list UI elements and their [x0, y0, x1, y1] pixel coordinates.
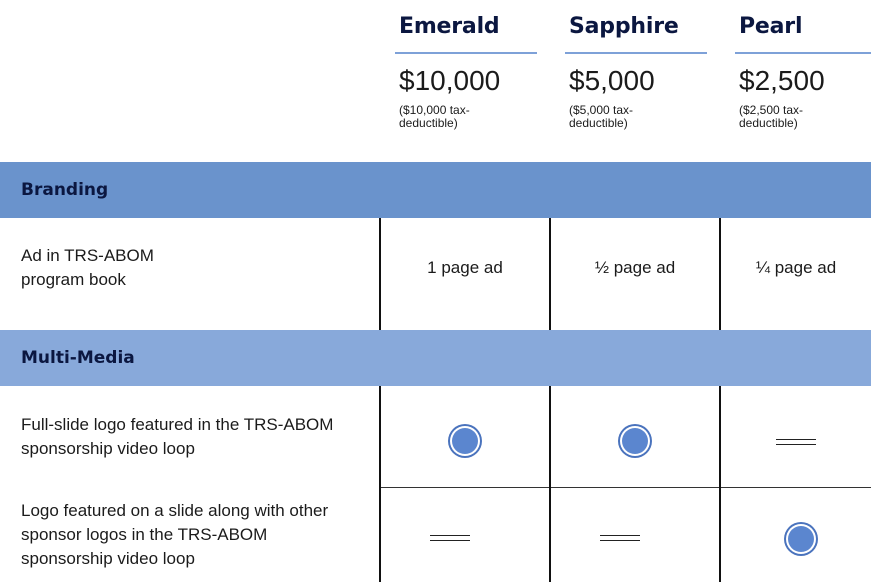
section-header-multimedia: Multi-Media: [0, 330, 871, 386]
tier-note: ($5,000 tax-deductible): [569, 103, 634, 130]
tier-note: ($2,500 tax-deductible): [739, 103, 804, 130]
column-divider: [379, 386, 381, 582]
tier-price: $2,500: [739, 65, 825, 96]
column-divider: [379, 218, 381, 330]
divider: [735, 52, 871, 54]
column-divider: [719, 386, 721, 582]
tier-name: Pearl: [739, 14, 803, 39]
row-label-full-slide-logo: Full-slide logo featured in the TRS-ABOM…: [21, 415, 334, 458]
tier-pearl: Pearl $2,500 ($2,500 tax-deductible): [735, 12, 871, 162]
tier-sapphire: Sapphire $5,000 ($5,000 tax-deductible): [565, 12, 707, 162]
cell-pearl-ad: ¼ page ad: [755, 258, 837, 277]
included-icon: [788, 526, 814, 552]
included-icon: [622, 428, 648, 454]
tier-emerald: Emerald $10,000 ($10,000 tax-deductible): [395, 12, 537, 162]
divider: [565, 52, 707, 54]
divider: [395, 52, 537, 54]
tier-note: ($10,000 tax-deductible): [399, 103, 470, 130]
not-included-icon: [600, 535, 640, 541]
section-title: Multi-Media: [21, 348, 135, 368]
section-header-branding: Branding: [0, 162, 871, 218]
row-divider: [381, 487, 871, 488]
tier-price: $10,000: [399, 65, 501, 96]
row-label-shared-slide-logo: Logo featured on a slide along with othe…: [21, 501, 329, 568]
not-included-icon: [776, 439, 816, 445]
tier-name: Emerald: [399, 14, 500, 39]
row-label-program-ad: Ad in TRS-ABOM program book: [21, 246, 154, 289]
section-title: Branding: [21, 180, 109, 200]
cell-emerald-ad: 1 page ad: [427, 258, 503, 277]
cell-sapphire-ad: ½ page ad: [594, 258, 676, 277]
column-divider: [549, 218, 551, 330]
not-included-icon: [430, 535, 470, 541]
column-divider: [719, 218, 721, 330]
included-icon: [452, 428, 478, 454]
column-divider: [549, 386, 551, 582]
tier-price: $5,000: [569, 65, 655, 96]
tier-name: Sapphire: [569, 14, 679, 39]
